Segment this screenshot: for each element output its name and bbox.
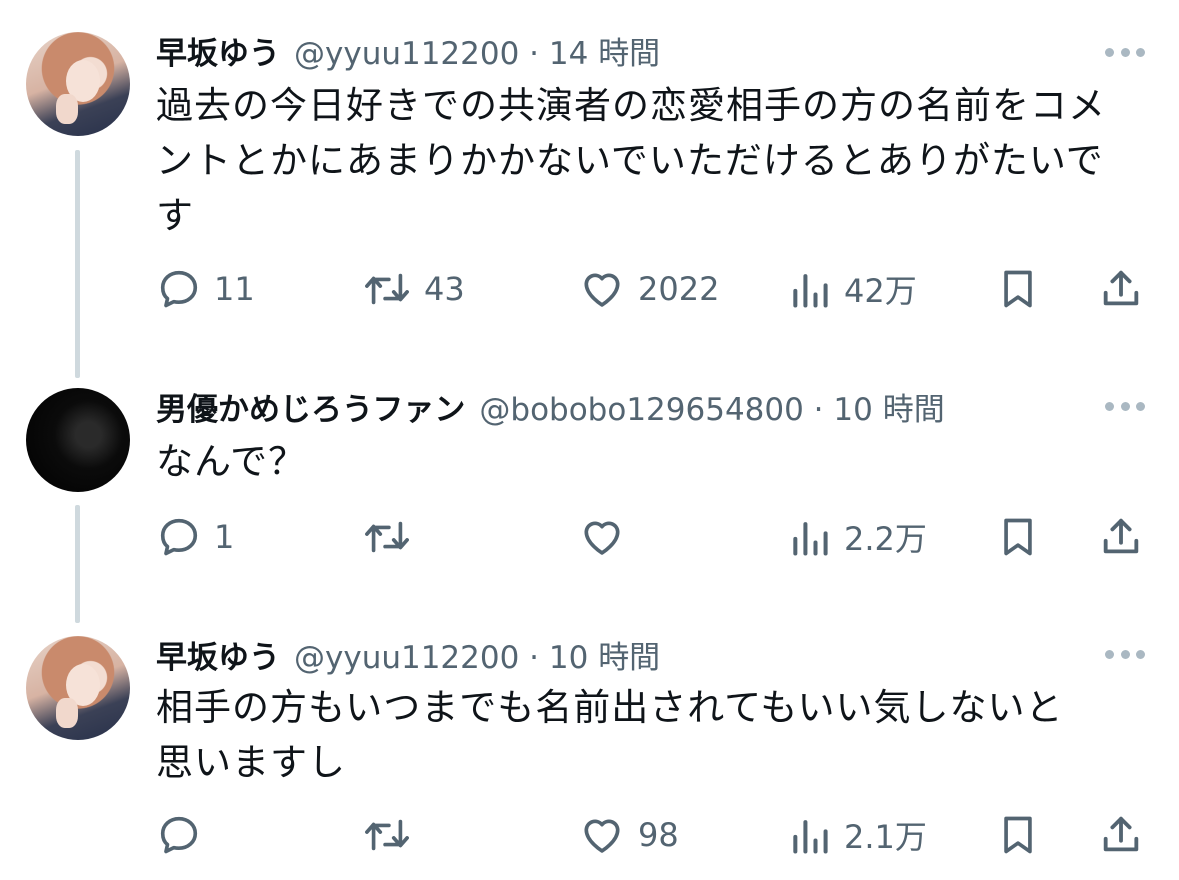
tweet-text-line: 相手の方もいつまでも名前出されてもいい気しないと (156, 686, 1064, 729)
share-button[interactable] (1098, 264, 1144, 314)
retweet-button[interactable] (362, 810, 424, 860)
like-button[interactable] (578, 512, 638, 562)
retweet-button[interactable] (362, 512, 424, 562)
avatar[interactable] (26, 388, 130, 492)
reply-icon (160, 816, 198, 854)
views-icon (793, 820, 828, 854)
avatar[interactable] (26, 32, 130, 136)
tweet-1[interactable]: 早坂ゆう @yyuu112200 · 14 時間 過去の今日好きでの共演者の恋愛… (0, 0, 1179, 380)
retweet-icon (365, 819, 409, 851)
views-button[interactable]: 2.1万 (788, 810, 927, 860)
retweet-icon (365, 273, 409, 305)
retweet-icon (365, 521, 409, 553)
like-count: 98 (638, 816, 679, 854)
handle-and-time[interactable]: @yyuu112200 · 14 時間 (294, 28, 660, 73)
more-icon[interactable] (1105, 648, 1145, 660)
tweet-text: なんで？ (156, 434, 1156, 489)
heart-icon (584, 273, 620, 307)
tweet-2[interactable]: 男優かめじろうファン @bobobo129654800 · 10 時間 なんで？… (0, 380, 1179, 630)
views-count: 42万 (844, 272, 917, 310)
share-icon (1103, 816, 1139, 852)
heart-icon (584, 521, 620, 555)
tweet-text: 相手の方もいつまでも名前出されてもいい気しないと 思いますし (156, 680, 1156, 790)
bookmark-icon (1004, 518, 1032, 556)
like-button[interactable]: 2022 (578, 264, 719, 314)
reply-count: 11 (214, 270, 255, 308)
tweet-3[interactable]: 早坂ゆう @yyuu112200 · 10 時間 相手の方もいつまでも名前出され… (0, 630, 1179, 880)
views-icon (793, 274, 828, 308)
avatar[interactable] (26, 636, 130, 740)
share-button[interactable] (1098, 810, 1144, 860)
views-count: 2.2万 (844, 520, 927, 558)
bookmark-button[interactable] (996, 810, 1040, 860)
views-count: 2.1万 (844, 818, 927, 856)
reply-button[interactable]: 1 (156, 512, 234, 562)
tweet-text-line: す (156, 194, 194, 237)
retweet-button[interactable]: 43 (362, 264, 465, 314)
views-button[interactable]: 42万 (788, 264, 917, 314)
tweet-text-line: 過去の今日好きでの共演者の恋愛相手の方の名前をコメ (156, 84, 1106, 127)
share-icon (1103, 270, 1139, 306)
more-icon[interactable] (1105, 400, 1145, 412)
display-name[interactable]: 早坂ゆう (156, 632, 280, 677)
action-bar: 98 2.1万 (156, 810, 1156, 860)
reply-icon (160, 518, 198, 556)
bookmark-icon (1004, 816, 1032, 854)
bookmark-button[interactable] (996, 264, 1040, 314)
tweet-header: 男優かめじろうファン @bobobo129654800 · 10 時間 (156, 384, 945, 429)
action-bar: 1 2.2万 (156, 512, 1156, 562)
action-bar: 11 43 2022 42万 (156, 264, 1156, 314)
heart-icon (584, 819, 620, 853)
more-icon[interactable] (1105, 46, 1145, 58)
like-button[interactable]: 98 (578, 810, 679, 860)
bookmark-button[interactable] (996, 512, 1040, 562)
reply-count: 1 (214, 518, 235, 556)
share-icon (1103, 518, 1139, 554)
tweet-text: 過去の今日好きでの共演者の恋愛相手の方の名前をコメ ントとかにあまりかかないでい… (156, 78, 1156, 243)
display-name[interactable]: 早坂ゆう (156, 28, 280, 73)
tweet-header: 早坂ゆう @yyuu112200 · 14 時間 (156, 28, 660, 73)
handle-and-time[interactable]: @yyuu112200 · 10 時間 (294, 632, 660, 677)
reply-icon (160, 270, 198, 308)
tweet-text-line: ントとかにあまりかかないでいただけるとありがたいで (156, 139, 1104, 182)
tweet-text-line: なんで？ (156, 440, 307, 483)
views-button[interactable]: 2.2万 (788, 512, 927, 562)
bookmark-icon (1004, 270, 1032, 308)
reply-button[interactable] (156, 810, 214, 860)
display-name[interactable]: 男優かめじろうファン (156, 384, 465, 429)
views-icon (793, 522, 828, 556)
handle-and-time[interactable]: @bobobo129654800 · 10 時間 (479, 384, 944, 429)
share-button[interactable] (1098, 512, 1144, 562)
reply-button[interactable]: 11 (156, 264, 255, 314)
retweet-count: 43 (424, 270, 465, 308)
like-count: 2022 (638, 270, 720, 308)
tweet-header: 早坂ゆう @yyuu112200 · 10 時間 (156, 632, 660, 677)
tweet-text-line: 思いますし (156, 741, 346, 784)
